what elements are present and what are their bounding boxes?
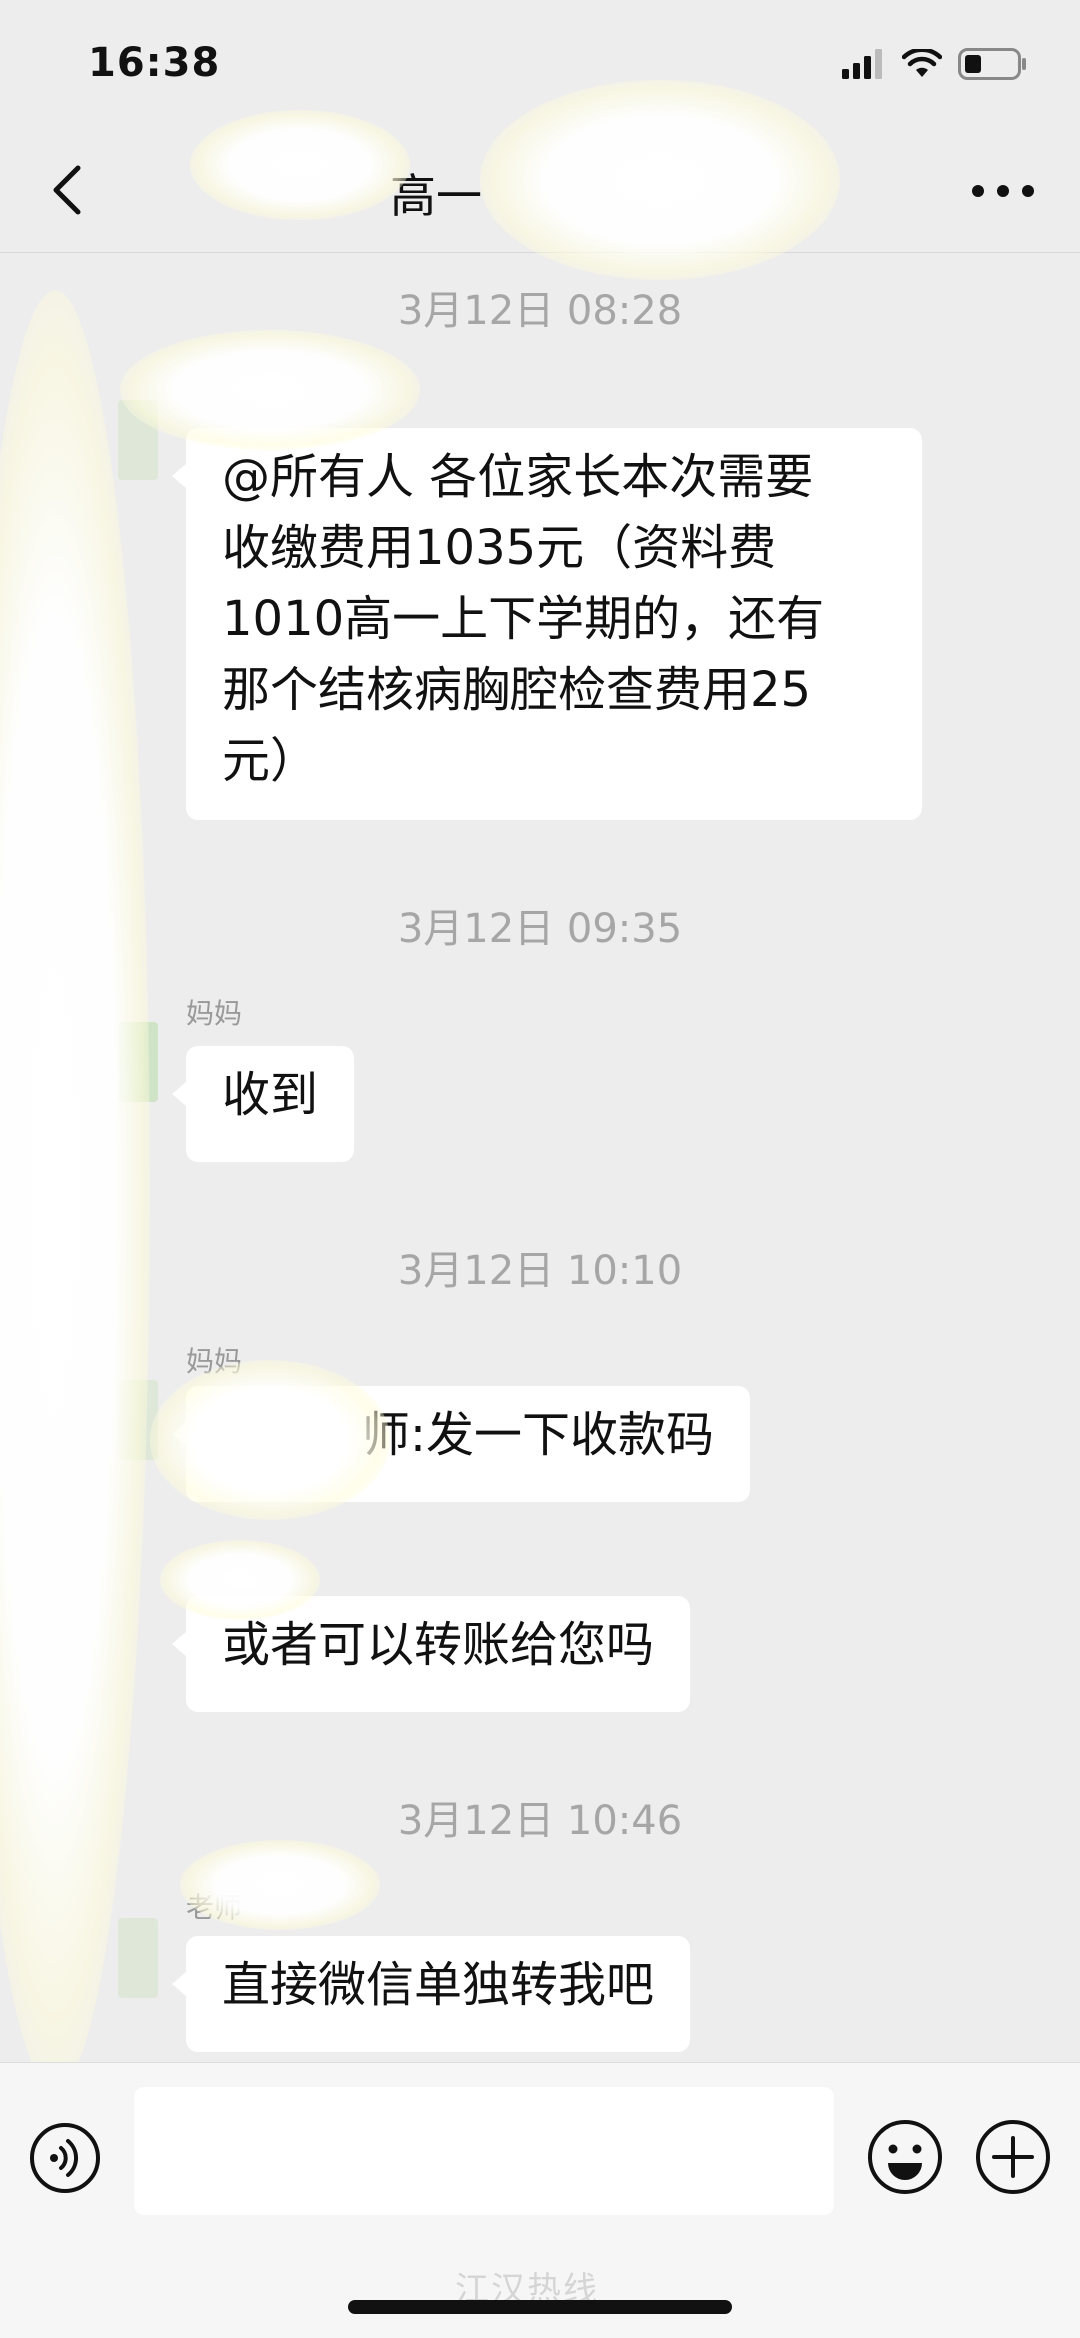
message-bubble[interactable]: 或者可以转账给您吗 bbox=[171, 1596, 691, 1712]
sender-name: 妈妈 bbox=[186, 1345, 243, 1378]
chat-title: 高一 bbox=[390, 169, 482, 223]
message-bubble[interactable]: 师:发一下收款码 bbox=[172, 1386, 750, 1502]
message-line: 那个结核病胸腔检查费用25 bbox=[222, 662, 812, 718]
message-line: 收到 bbox=[222, 1067, 319, 1123]
more-icon[interactable] bbox=[968, 166, 1038, 216]
status-bar: 16:38 bbox=[0, 0, 1080, 130]
wifi-icon bbox=[902, 49, 942, 77]
status-time: 16:38 bbox=[88, 40, 221, 86]
avatar[interactable] bbox=[118, 1022, 158, 1102]
message-line: 1010高一上下学期的，还有 bbox=[222, 591, 825, 647]
plus-icon[interactable] bbox=[974, 2118, 1052, 2196]
avatar[interactable] bbox=[118, 1380, 158, 1460]
message-timestamp: 3月12日 10:10 bbox=[397, 1248, 683, 1294]
status-icons bbox=[842, 48, 1028, 80]
message-bubble[interactable]: @所有人 各位家长本次需要 收缴费用1035元（资料费 1010高一上下学期的，… bbox=[172, 428, 922, 820]
message-line: 收缴费用1035元（资料费 bbox=[222, 520, 777, 576]
message-bubble[interactable]: 直接微信单独转我吧 bbox=[171, 1936, 691, 2052]
chat-header: 高一 bbox=[0, 130, 1080, 253]
message-line: 元） bbox=[222, 733, 319, 789]
message-line: @所有人 各位家长本次需要 bbox=[222, 449, 814, 505]
message-bubble[interactable]: 收到 bbox=[171, 1046, 355, 1162]
message-line: 或者可以转账给您吗 bbox=[222, 1617, 655, 1673]
message-line: 师:发一下收款码 bbox=[361, 1407, 714, 1463]
voice-icon[interactable] bbox=[28, 2121, 102, 2195]
message-timestamp: 3月12日 10:46 bbox=[397, 1798, 683, 1844]
message-timestamp: 3月12日 09:35 bbox=[397, 906, 683, 952]
message-line: 直接微信单独转我吧 bbox=[222, 1957, 655, 2013]
message-timestamp: 3月12日 08:28 bbox=[397, 288, 683, 334]
signal-icon bbox=[842, 49, 882, 79]
home-indicator[interactable] bbox=[348, 2300, 732, 2314]
avatar[interactable] bbox=[118, 1918, 158, 1998]
battery-icon bbox=[958, 48, 1026, 80]
sender-name: 老师 bbox=[186, 1891, 243, 1924]
sender-name: 妈妈 bbox=[186, 997, 243, 1030]
avatar[interactable] bbox=[118, 400, 158, 480]
emoji-icon[interactable] bbox=[866, 2118, 944, 2196]
chevron-left-icon[interactable] bbox=[38, 160, 98, 220]
message-input[interactable] bbox=[134, 2087, 834, 2215]
